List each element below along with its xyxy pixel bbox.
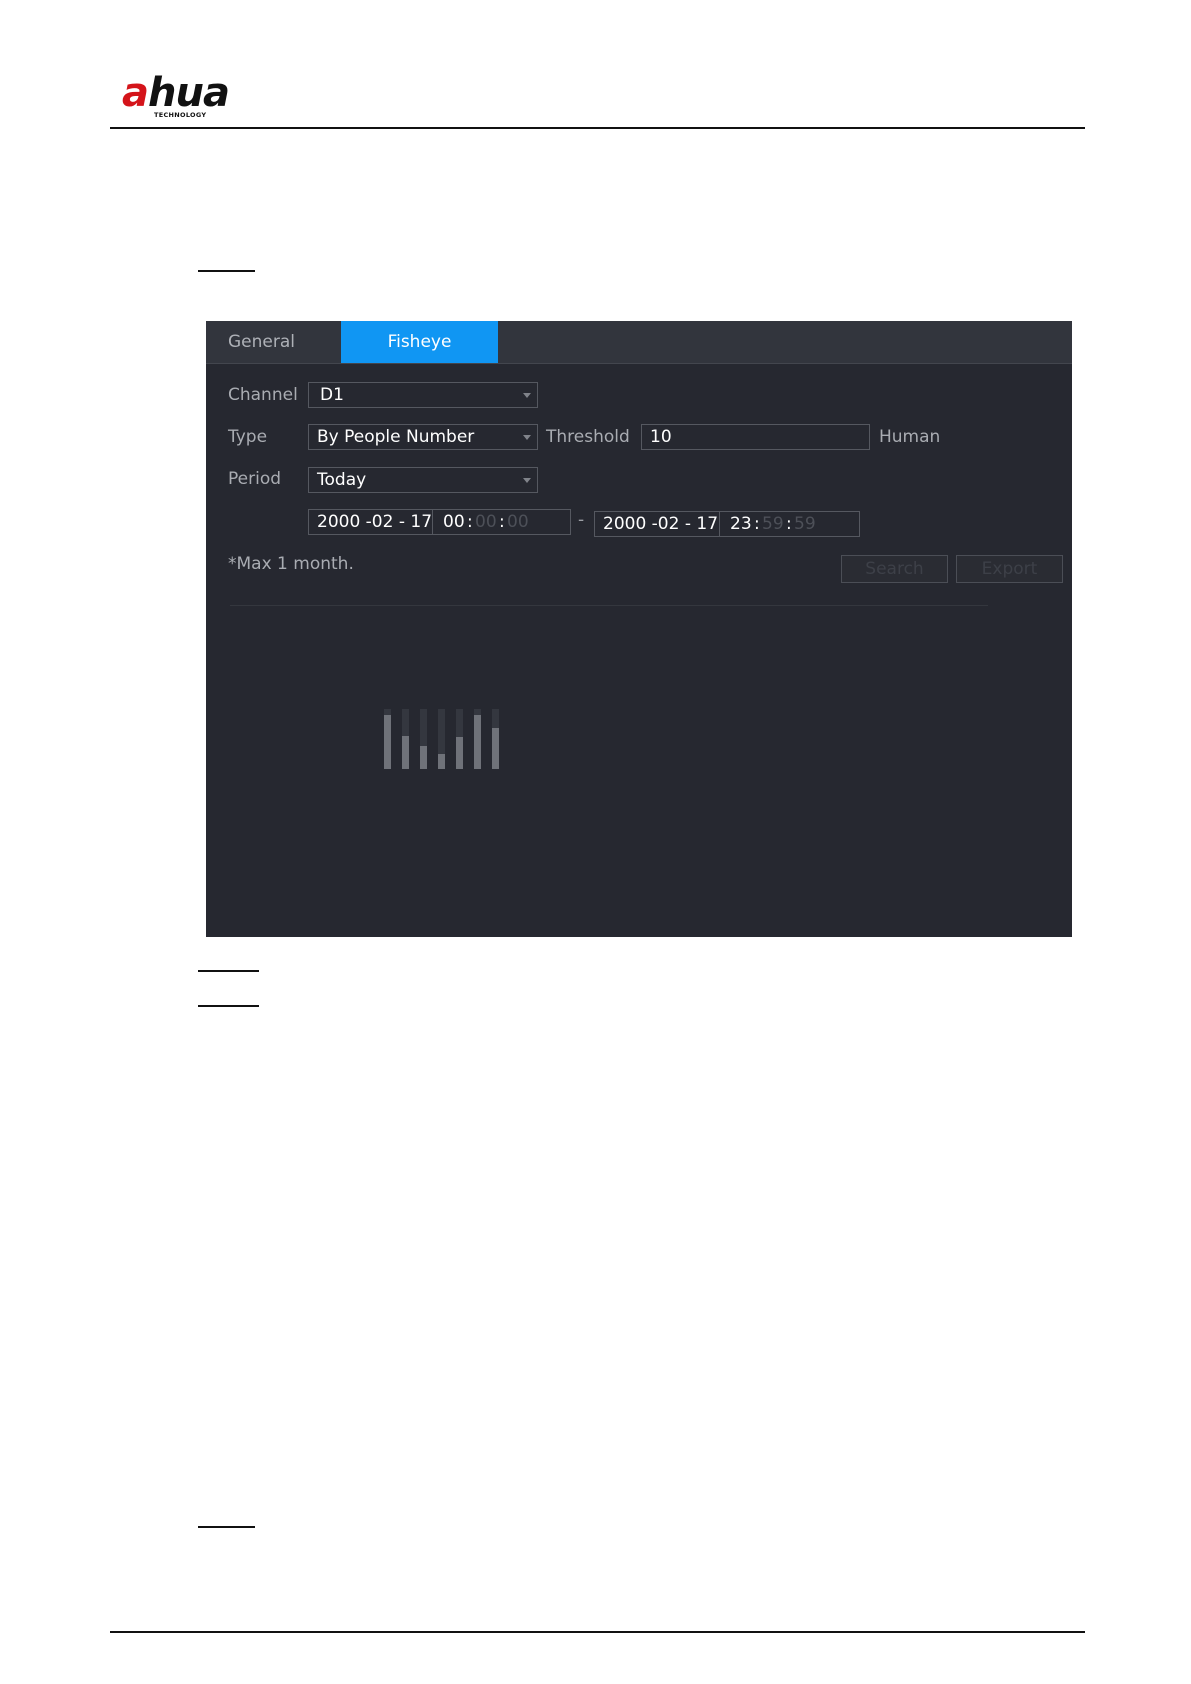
header-rule bbox=[110, 127, 1085, 129]
field-divider bbox=[719, 512, 720, 536]
tab-fisheye[interactable]: Fisheye bbox=[341, 321, 498, 363]
type-select[interactable]: By People Number bbox=[308, 424, 538, 450]
threshold-value: 10 bbox=[650, 427, 672, 447]
time-colon: : bbox=[467, 512, 473, 532]
period-select[interactable]: Today bbox=[308, 467, 538, 493]
step-marker bbox=[198, 1005, 259, 1007]
tab-general[interactable]: General bbox=[228, 321, 295, 363]
search-button[interactable]: Search bbox=[841, 555, 948, 583]
start-datetime-input[interactable]: 2000 -02 - 17 00 : 00 : 00 bbox=[308, 509, 571, 535]
step-marker bbox=[198, 970, 259, 972]
period-value: Today bbox=[317, 470, 367, 490]
tab-bar: General Fisheye bbox=[206, 321, 1072, 364]
logo-wordmark: ahua bbox=[122, 70, 230, 116]
max-range-note: *Max 1 month. bbox=[228, 554, 354, 574]
footer-rule bbox=[110, 1631, 1085, 1633]
type-value: By People Number bbox=[317, 427, 475, 447]
channel-label: Channel bbox=[228, 385, 298, 405]
loading-bar bbox=[438, 709, 445, 769]
threshold-unit: Human bbox=[879, 427, 941, 447]
loading-bar bbox=[474, 709, 481, 769]
field-divider bbox=[432, 510, 433, 534]
step-marker bbox=[198, 270, 255, 272]
loading-bar-fill bbox=[474, 715, 481, 769]
channel-value: D1 bbox=[320, 385, 344, 405]
end-hour[interactable]: 23 bbox=[730, 512, 752, 536]
type-label: Type bbox=[228, 427, 268, 447]
loading-indicator bbox=[384, 709, 508, 769]
chevron-down-icon bbox=[523, 478, 531, 483]
range-separator: - bbox=[578, 510, 585, 530]
start-second[interactable]: 00 bbox=[507, 510, 529, 534]
threshold-input[interactable]: 10 bbox=[641, 424, 870, 450]
loading-bar-fill bbox=[456, 737, 463, 769]
time-colon: : bbox=[786, 514, 792, 534]
time-colon: : bbox=[754, 514, 760, 534]
threshold-label: Threshold bbox=[546, 427, 630, 447]
chevron-down-icon bbox=[523, 393, 531, 398]
export-button[interactable]: Export bbox=[956, 555, 1063, 583]
end-minute[interactable]: 59 bbox=[762, 512, 784, 536]
loading-bar-fill bbox=[438, 754, 445, 769]
results-divider bbox=[230, 605, 988, 606]
end-date[interactable]: 2000 -02 - 17 bbox=[603, 512, 718, 536]
company-logo: ahua TECHNOLOGY bbox=[122, 70, 257, 120]
loading-bar bbox=[420, 709, 427, 769]
channel-select[interactable]: D1 bbox=[308, 382, 538, 408]
loading-bar-fill bbox=[420, 746, 427, 769]
people-counting-panel: General Fisheye Channel D1 Type By Peopl… bbox=[206, 321, 1072, 937]
loading-bar-fill bbox=[492, 728, 499, 769]
end-datetime-input[interactable]: 2000 -02 - 17 23 : 59 : 59 bbox=[594, 511, 860, 537]
loading-bar-fill bbox=[402, 736, 409, 769]
loading-bar bbox=[456, 709, 463, 769]
start-minute[interactable]: 00 bbox=[475, 510, 497, 534]
loading-bar bbox=[492, 709, 499, 769]
time-colon: : bbox=[499, 512, 505, 532]
loading-bar bbox=[384, 709, 391, 769]
chevron-down-icon bbox=[523, 435, 531, 440]
period-label: Period bbox=[228, 469, 282, 489]
loading-bar bbox=[402, 709, 409, 769]
start-hour[interactable]: 00 bbox=[443, 510, 465, 534]
loading-bar-fill bbox=[384, 715, 391, 769]
end-second[interactable]: 59 bbox=[794, 512, 816, 536]
start-date[interactable]: 2000 -02 - 17 bbox=[317, 510, 432, 534]
logo-tagline: TECHNOLOGY bbox=[154, 111, 207, 119]
step-marker bbox=[198, 1526, 255, 1528]
